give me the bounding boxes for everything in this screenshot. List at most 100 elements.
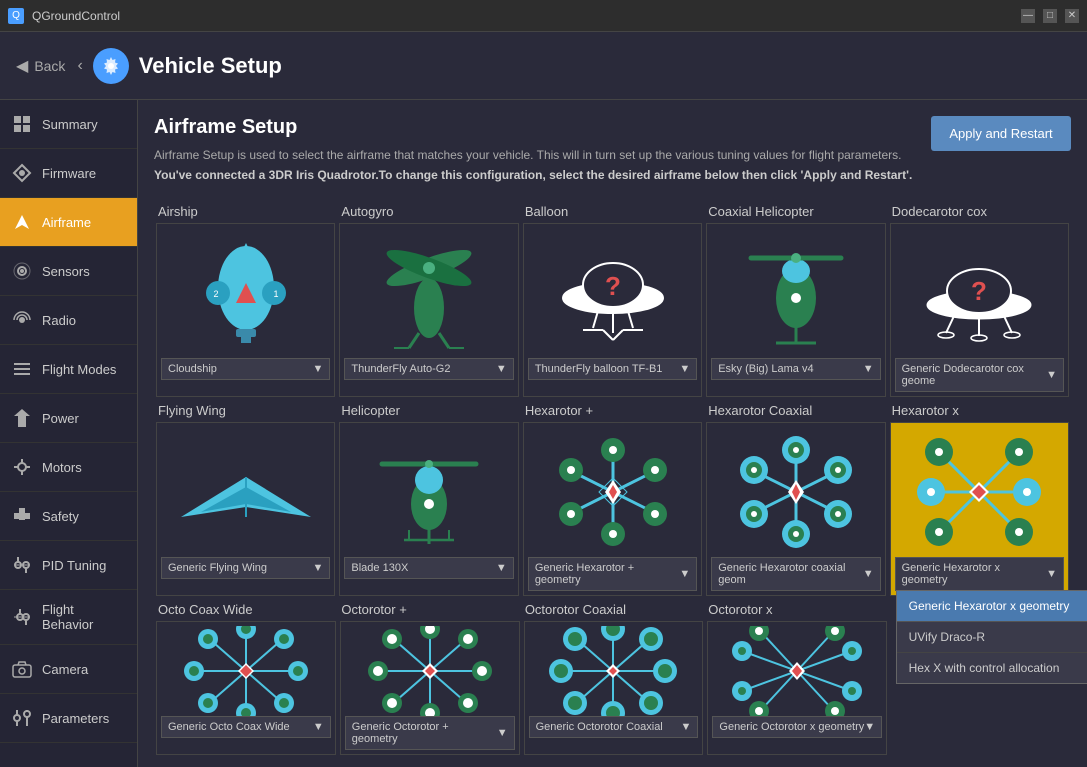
content-area: Summary Firmware Airframe (0, 100, 1087, 767)
hexarotor-x-card: Generic Hexarotor x geometry ▼ Generic H… (890, 422, 1069, 596)
page-desc-bold: You've connected a 3DR Iris Quadrotor.To… (154, 168, 912, 182)
maximize-button[interactable]: □ (1043, 9, 1057, 23)
octo-coax-wide-dropdown[interactable]: Generic Octo Coax Wide ▼ (161, 716, 331, 738)
octorotor-coaxial-dropdown[interactable]: Generic Octorotor Coaxial ▼ (529, 716, 699, 738)
dodecarotor-dropdown[interactable]: Generic Dodecarotor cox geome ▼ (895, 358, 1064, 392)
category-label-flying-wing: Flying Wing (154, 403, 337, 418)
airframe-label: Airframe (42, 215, 91, 230)
safety-icon (10, 504, 34, 528)
motors-icon (10, 455, 34, 479)
category-label-airship: Airship (154, 204, 337, 219)
radio-icon (10, 308, 34, 332)
hexarotor-x-dropdown[interactable]: Generic Hexarotor x geometry ▼ Generic H… (895, 557, 1064, 591)
hexarotor-x-dropdown-arrow: ▼ (1046, 568, 1057, 580)
app-icon: Q (8, 8, 24, 24)
flight-behavior-label: Flight Behavior (42, 602, 127, 632)
sidebar: Summary Firmware Airframe (0, 100, 138, 767)
category-label-octorotor-plus: Octorotor + (337, 602, 520, 617)
helicopter-dropdown[interactable]: Blade 130X ▼ (344, 557, 513, 579)
octorotor-plus-dropdown[interactable]: Generic Octorotor + geometry ▼ (345, 716, 515, 750)
dodecarotor-dropdown-value: Generic Dodecarotor cox geome (902, 363, 1047, 387)
title-bar: Q QGroundControl — □ ✕ (0, 0, 1087, 32)
pid-tuning-icon (10, 553, 34, 577)
svg-text:2: 2 (213, 289, 218, 299)
category-label-autogyro: Autogyro (337, 204, 520, 219)
airship-dropdown-value: Cloudship (168, 363, 217, 375)
sidebar-item-summary[interactable]: Summary (0, 100, 137, 149)
sidebar-item-sensors[interactable]: Sensors (0, 247, 137, 296)
svg-text:?: ? (605, 271, 621, 301)
page-title: Airframe Setup (154, 116, 912, 139)
power-icon (10, 406, 34, 430)
flying-wing-dropdown-value: Generic Flying Wing (168, 562, 267, 574)
header-bar: ◀ Back ‹ Vehicle Setup (0, 32, 1087, 100)
close-button[interactable]: ✕ (1065, 9, 1079, 23)
sensors-label: Sensors (42, 264, 90, 279)
octo-coax-wide-dropdown-arrow: ▼ (313, 721, 324, 733)
sidebar-item-flight-modes[interactable]: Flight Modes (0, 345, 137, 394)
motors-label: Motors (42, 460, 82, 475)
octorotor-x-dropdown-arrow: ▼ (864, 721, 875, 733)
sensors-icon (10, 259, 34, 283)
hexarotor-plus-dropdown[interactable]: Generic Hexarotor + geometry ▼ (528, 557, 697, 591)
octorotor-x-dropdown-value: Generic Octorotor x geometry (719, 721, 864, 733)
back-label: Back (34, 58, 65, 74)
separator: ‹ (77, 57, 82, 75)
octorotor-plus-dropdown-value: Generic Octorotor + geometry (352, 721, 497, 745)
apply-restart-button[interactable]: Apply and Restart (931, 116, 1071, 151)
camera-icon (10, 657, 34, 681)
category-label-helicopter: Helicopter (337, 403, 520, 418)
page-description: Airframe Setup is used to select the air… (154, 147, 912, 164)
minimize-button[interactable]: — (1021, 9, 1035, 23)
octorotor-plus-dropdown-arrow: ▼ (497, 727, 508, 739)
firmware-icon (10, 161, 34, 185)
sidebar-item-firmware[interactable]: Firmware (0, 149, 137, 198)
main-inner: Airframe Setup Airframe Setup is used to… (138, 100, 1087, 767)
flight-behavior-icon (10, 605, 34, 629)
hexarotor-x-option-1[interactable]: Generic Hexarotor x geometry (897, 591, 1087, 622)
coaxial-dropdown[interactable]: Esky (Big) Lama v4 ▼ (711, 358, 880, 380)
safety-label: Safety (42, 509, 79, 524)
hexarotor-coaxial-dropdown-value: Generic Hexarotor coaxial geom (718, 562, 863, 586)
helicopter-dropdown-arrow: ▼ (496, 562, 507, 574)
radio-label: Radio (42, 313, 76, 328)
vehicle-setup-icon (93, 48, 129, 84)
parameters-label: Parameters (42, 711, 109, 726)
category-label-hexarotor-x: Hexarotor x (888, 403, 1071, 418)
hexarotor-x-option-3[interactable]: Hex X with control allocation (897, 653, 1087, 683)
hexarotor-x-dropdown-value: Generic Hexarotor x geometry (902, 562, 1047, 586)
balloon-dropdown-value: ThunderFly balloon TF-B1 (535, 363, 663, 375)
svg-text:1: 1 (273, 289, 278, 299)
back-button[interactable]: ◀ Back (16, 56, 65, 76)
balloon-dropdown[interactable]: ThunderFly balloon TF-B1 ▼ (528, 358, 697, 380)
window-controls: — □ ✕ (1021, 9, 1079, 23)
sidebar-item-flight-behavior[interactable]: Flight Behavior (0, 590, 137, 645)
sidebar-item-airframe[interactable]: Airframe (0, 198, 137, 247)
category-label-coaxial: Coaxial Helicopter (704, 204, 887, 219)
autogyro-dropdown-value: ThunderFly Auto-G2 (351, 363, 450, 375)
hexarotor-coaxial-dropdown[interactable]: Generic Hexarotor coaxial geom ▼ (711, 557, 880, 591)
sidebar-item-camera[interactable]: Camera (0, 645, 137, 694)
sidebar-item-motors[interactable]: Motors (0, 443, 137, 492)
flight-modes-label: Flight Modes (42, 362, 116, 377)
hexarotor-plus-dropdown-arrow: ▼ (679, 568, 690, 580)
sidebar-item-radio[interactable]: Radio (0, 296, 137, 345)
category-label-octorotor-x: Octorotor x (704, 602, 887, 617)
category-label-hexarotor-plus: Hexarotor + (521, 403, 704, 418)
airship-dropdown[interactable]: Cloudship ▼ (161, 358, 330, 380)
sidebar-item-pid-tuning[interactable]: PID Tuning (0, 541, 137, 590)
hexarotor-plus-dropdown-value: Generic Hexarotor + geometry (535, 562, 680, 586)
airframe-icon (10, 210, 34, 234)
sidebar-item-power[interactable]: Power (0, 394, 137, 443)
hexarotor-x-option-2[interactable]: UVify Draco-R (897, 622, 1087, 653)
octorotor-x-dropdown[interactable]: Generic Octorotor x geometry ▼ (712, 716, 882, 738)
flying-wing-dropdown[interactable]: Generic Flying Wing ▼ (161, 557, 330, 579)
autogyro-dropdown[interactable]: ThunderFly Auto-G2 ▼ (344, 358, 513, 380)
sidebar-item-parameters[interactable]: Parameters (0, 694, 137, 743)
sidebar-item-safety[interactable]: Safety (0, 492, 137, 541)
octo-coax-wide-dropdown-value: Generic Octo Coax Wide (168, 721, 290, 733)
coaxial-dropdown-arrow: ▼ (863, 363, 874, 375)
back-arrow-icon: ◀ (16, 56, 28, 76)
octorotor-coaxial-dropdown-arrow: ▼ (681, 721, 692, 733)
flying-wing-dropdown-arrow: ▼ (313, 562, 324, 574)
